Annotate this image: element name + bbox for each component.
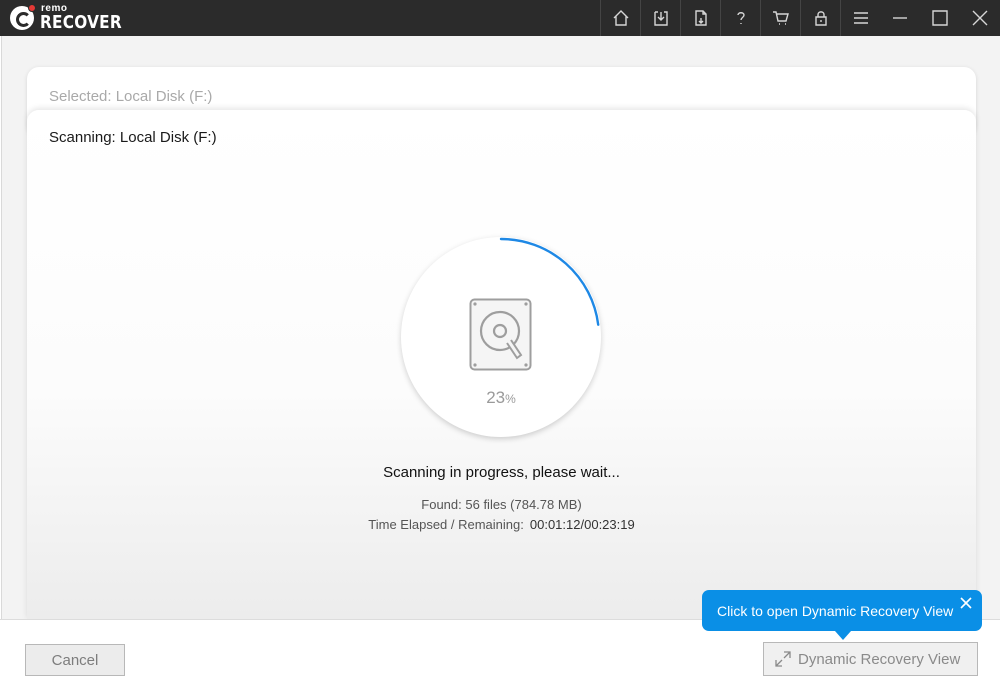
progress-percent: 23% [400, 388, 602, 408]
close-button[interactable] [960, 0, 1000, 36]
scan-progress-indicator: 23% [400, 236, 602, 438]
cart-icon [772, 11, 789, 25]
minimize-icon [893, 17, 907, 19]
time-remaining: 00:23:19 [584, 517, 635, 532]
scanning-title: Scanning: Local Disk (F:) [49, 129, 217, 146]
scan-status-text: Scanning in progress, please wait... [383, 464, 620, 481]
file-export-button[interactable] [680, 0, 720, 36]
menu-icon [853, 12, 868, 24]
download-button[interactable] [640, 0, 680, 36]
home-icon [613, 10, 628, 26]
menu-button[interactable] [840, 0, 880, 36]
home-button[interactable] [600, 0, 640, 36]
title-bar: remo RECOVER [0, 0, 1000, 36]
logo-mark-icon [10, 4, 36, 30]
dynamic-recovery-view-label: Dynamic Recovery View [798, 650, 961, 668]
progress-unit: % [505, 392, 516, 406]
maximize-button[interactable] [920, 0, 960, 36]
logo-big-text: RECOVER [40, 12, 122, 33]
files-found-text: Found: 56 files (784.78 MB) [421, 497, 582, 512]
dynamic-recovery-view-button[interactable]: Dynamic Recovery View [763, 642, 978, 676]
close-icon [972, 10, 988, 26]
scanning-panel: Scanning: Local Disk (F:) 23% Scanning i… [27, 110, 976, 620]
help-icon [736, 12, 745, 24]
download-icon [653, 11, 668, 26]
tooltip-text: Click to open Dynamic Recovery View [717, 602, 954, 619]
lock-button[interactable] [800, 0, 840, 36]
lock-icon [814, 11, 827, 26]
selected-drive-label: Selected: Local Disk (F:) [49, 88, 213, 105]
tooltip-close-button[interactable] [959, 596, 973, 610]
time-status: Time Elapsed / Remaining: 00:01:12/00:23:… [27, 517, 976, 532]
cancel-button[interactable]: Cancel [25, 644, 125, 676]
hard-disk-icon [469, 298, 532, 371]
app-logo: remo RECOVER [0, 0, 136, 36]
minimize-button[interactable] [880, 0, 920, 36]
maximize-icon [932, 10, 948, 26]
progress-value: 23 [486, 388, 506, 407]
window-left-edge [0, 36, 2, 692]
file-export-icon [694, 10, 707, 26]
dynamic-recovery-tooltip[interactable]: Click to open Dynamic Recovery View [702, 590, 982, 640]
close-icon [960, 597, 972, 609]
cart-button[interactable] [760, 0, 800, 36]
time-elapsed: 00:01:12 [529, 517, 581, 532]
expand-icon [775, 651, 791, 667]
time-label: Time Elapsed / Remaining: [368, 517, 524, 532]
help-button[interactable] [720, 0, 760, 36]
